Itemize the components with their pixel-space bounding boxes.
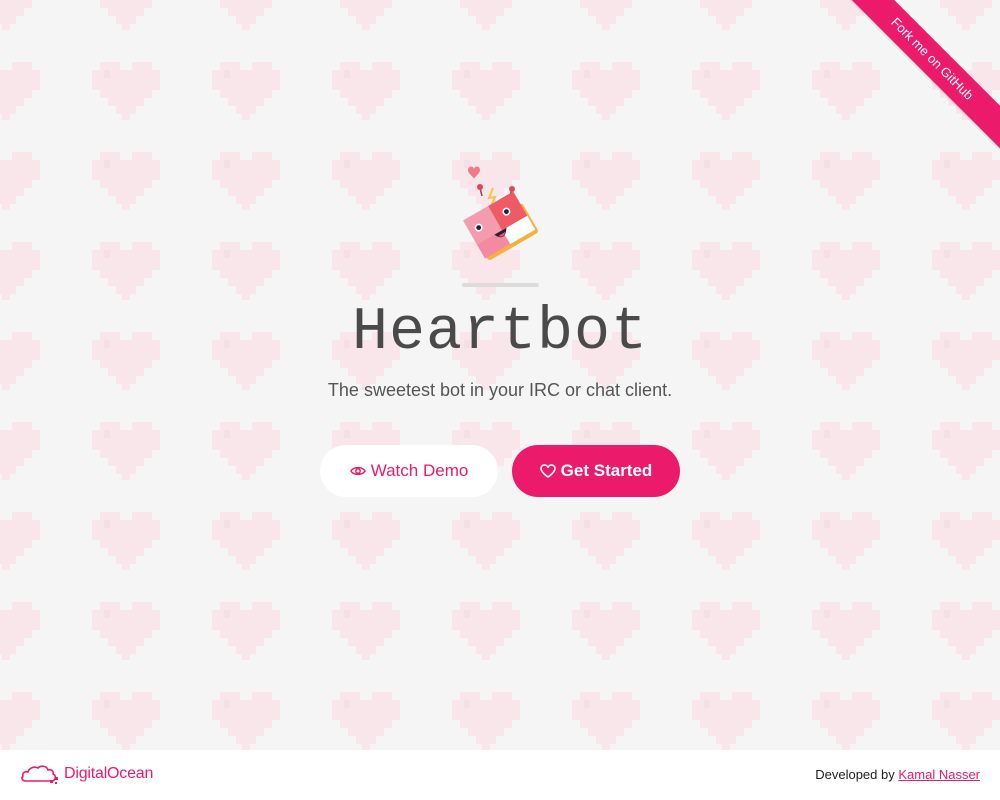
heartbot-mascot — [463, 166, 538, 260]
author-link[interactable]: Kamal Nasser — [898, 767, 980, 782]
page-tagline: The sweetest bot in your IRC or chat cli… — [327, 380, 673, 400]
footer: DigitalOcean Developed by Kamal Nasser — [0, 750, 1000, 800]
fork-on-github-link[interactable]: Fork me on GitHub — [850, 0, 1000, 150]
sponsor-name: DigitalOcean — [64, 765, 154, 782]
small-heart-icon — [468, 166, 480, 179]
developed-by-text: Developed by — [815, 767, 895, 782]
hero-section: Fork me on GitHub Heartbot The sweetest … — [0, 0, 1000, 750]
eye-icon — [349, 466, 366, 476]
github-ribbon-container: Fork me on GitHub — [850, 0, 1000, 150]
get-started-button[interactable]: Get Started — [512, 445, 680, 497]
digitalocean-logo-link[interactable]: DigitalOcean — [20, 763, 153, 785]
digitalocean-cloud-icon — [21, 765, 58, 784]
developer-credit: Developed by Kamal Nasser — [815, 767, 980, 782]
get-started-label: Get Started — [560, 461, 653, 480]
watch-demo-label: Watch Demo — [370, 461, 469, 480]
page-title: Heartbot — [351, 299, 649, 367]
watch-demo-button[interactable]: Watch Demo — [320, 445, 498, 497]
title-divider — [462, 283, 539, 287]
heart-icon — [539, 464, 556, 478]
